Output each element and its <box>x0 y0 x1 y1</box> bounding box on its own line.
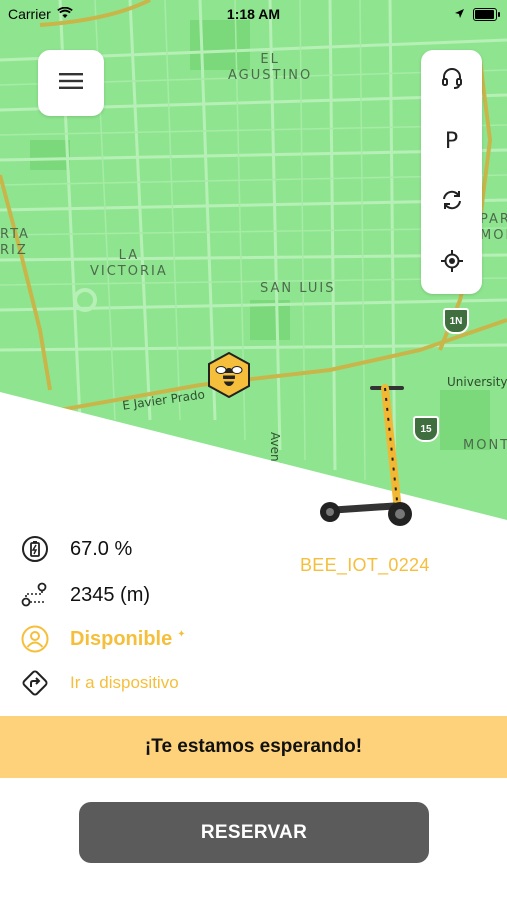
availability-row: Disponible ✦ <box>20 624 186 654</box>
distance-row: 2345 (m) <box>20 580 150 610</box>
device-details: 67.0 % 2345 (m) Disponible ✦ Ir a dispos… <box>0 520 507 715</box>
battery-value: 67.0 % <box>70 537 133 560</box>
map-label-left-edge: RTA RIZ <box>0 227 30 258</box>
map-label-el-agustino: EL AGUSTINO <box>228 52 313 83</box>
route-icon <box>20 580 50 610</box>
user-status-icon <box>20 624 50 654</box>
highway-shield-1n: 1N <box>443 308 469 334</box>
locate-me-button[interactable] <box>432 244 472 284</box>
parking-button[interactable]: P <box>432 122 472 162</box>
availability-status: Disponible <box>70 627 173 650</box>
battery-row: 67.0 % <box>20 534 132 564</box>
parking-label: P <box>444 129 459 154</box>
hamburger-icon <box>59 72 83 94</box>
support-button[interactable] <box>432 61 472 101</box>
directions-icon <box>20 668 50 698</box>
scooter-map-marker[interactable] <box>206 351 252 403</box>
map-controls-panel: P <box>421 50 482 294</box>
reserve-button-label: RESERVAR <box>200 821 308 843</box>
reserve-button[interactable]: RESERVAR <box>79 802 429 863</box>
status-bar: Carrier 1:18 AM <box>0 0 507 28</box>
banner-text: ¡Te estamos esperando! <box>144 736 363 757</box>
waiting-banner: ¡Te estamos esperando! <box>0 716 507 778</box>
map-label-right-edge: PAR MON <box>480 212 507 243</box>
navigate-link[interactable]: Ir a dispositivo <box>70 673 179 693</box>
refresh-button[interactable] <box>432 183 472 223</box>
scooter-image <box>310 380 420 540</box>
details-panel-edge <box>0 392 507 520</box>
headset-icon <box>440 66 464 95</box>
distance-value: 2345 (m) <box>70 583 151 606</box>
menu-button[interactable] <box>38 50 104 116</box>
battery-charge-icon <box>20 534 50 564</box>
crosshair-icon <box>440 250 463 277</box>
map-label-san-luis: SAN LUIS <box>260 281 336 296</box>
map-label-la-victoria: LA VICTORIA <box>90 248 168 279</box>
status-time: 1:18 AM <box>226 6 281 22</box>
navigate-row[interactable]: Ir a dispositivo <box>20 668 179 698</box>
refresh-icon <box>440 188 464 217</box>
device-name: BEE_IOT_0224 <box>300 555 430 575</box>
sparkle-icon: ✦ <box>177 628 186 640</box>
battery-icon <box>473 7 500 21</box>
